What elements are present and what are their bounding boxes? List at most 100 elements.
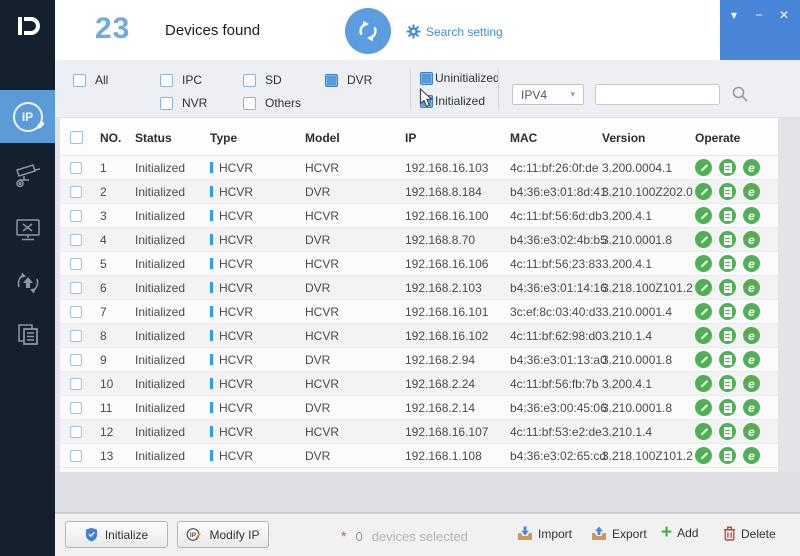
filter-checkbox-all[interactable]: All xyxy=(73,73,108,87)
search-setting-button[interactable]: Search setting xyxy=(406,24,503,39)
row-checkbox[interactable] xyxy=(70,210,82,222)
delete-button[interactable]: Delete xyxy=(723,526,776,541)
search-input[interactable] xyxy=(595,84,720,105)
table-row[interactable]: 5 Initialized HCVR HCVR 192.168.16.106 4… xyxy=(60,252,778,276)
sidebar-item-system-settings[interactable] xyxy=(0,203,55,256)
filter-checkbox-ipc[interactable]: IPC xyxy=(160,73,202,87)
col-type: Type xyxy=(210,131,238,145)
search-icon[interactable] xyxy=(731,85,749,103)
sidebar-item-logs[interactable] xyxy=(0,308,55,361)
row-checkbox[interactable] xyxy=(70,162,82,174)
filter-checkbox-others[interactable]: Others xyxy=(243,96,301,110)
refresh-button[interactable] xyxy=(345,8,391,54)
initialize-button[interactable]: Initialize xyxy=(65,521,168,548)
minimize-icon[interactable]: − xyxy=(751,7,767,23)
edit-icon[interactable] xyxy=(695,327,712,344)
cell-ip: 192.168.8.184 xyxy=(405,185,482,199)
browser-icon[interactable]: e xyxy=(743,183,760,200)
row-checkbox[interactable] xyxy=(70,402,82,414)
table-row[interactable]: 10 Initialized HCVR HCVR 192.168.2.24 4c… xyxy=(60,372,778,396)
edit-icon[interactable] xyxy=(695,423,712,440)
col-model: Model xyxy=(305,131,340,145)
edit-icon[interactable] xyxy=(695,447,712,464)
checkbox-icon xyxy=(325,73,338,87)
type-indicator-bar xyxy=(210,162,213,173)
sidebar-item-upgrade[interactable] xyxy=(0,256,55,309)
details-icon[interactable] xyxy=(719,447,736,464)
details-icon[interactable] xyxy=(719,351,736,368)
browser-icon[interactable]: e xyxy=(743,423,760,440)
details-icon[interactable] xyxy=(719,159,736,176)
table-row[interactable]: 6 Initialized HCVR DVR 192.168.2.103 b4:… xyxy=(60,276,778,300)
edit-icon[interactable] xyxy=(695,303,712,320)
table-row[interactable]: 4 Initialized HCVR DVR 192.168.8.70 b4:3… xyxy=(60,228,778,252)
row-checkbox[interactable] xyxy=(70,426,82,438)
browser-icon[interactable]: e xyxy=(743,399,760,416)
edit-icon[interactable] xyxy=(695,159,712,176)
table-row[interactable]: 9 Initialized HCVR DVR 192.168.2.94 b4:3… xyxy=(60,348,778,372)
browser-icon[interactable]: e xyxy=(743,159,760,176)
row-checkbox[interactable] xyxy=(70,354,82,366)
sidebar-item-device-config[interactable] xyxy=(0,148,55,201)
details-icon[interactable] xyxy=(719,231,736,248)
browser-icon[interactable]: e xyxy=(743,327,760,344)
details-icon[interactable] xyxy=(719,207,736,224)
ip-version-select[interactable]: IPV4 ▾ xyxy=(512,84,584,105)
filter-checkbox-initialized[interactable]: Initialized xyxy=(420,94,485,108)
table-row[interactable]: 11 Initialized HCVR DVR 192.168.2.14 b4:… xyxy=(60,396,778,420)
filter-checkbox-sd[interactable]: SD xyxy=(243,73,282,87)
details-icon[interactable] xyxy=(719,279,736,296)
row-checkbox[interactable] xyxy=(70,234,82,246)
table-row[interactable]: 2 Initialized HCVR DVR 192.168.8.184 b4:… xyxy=(60,180,778,204)
details-icon[interactable] xyxy=(719,327,736,344)
table-row[interactable]: 3 Initialized HCVR HCVR 192.168.16.100 4… xyxy=(60,204,778,228)
cell-no: 9 xyxy=(100,353,107,367)
table-row[interactable]: 7 Initialized HCVR HCVR 192.168.16.101 3… xyxy=(60,300,778,324)
row-checkbox[interactable] xyxy=(70,258,82,270)
row-checkbox[interactable] xyxy=(70,330,82,342)
export-button[interactable]: Export xyxy=(591,526,647,541)
details-icon[interactable] xyxy=(719,183,736,200)
edit-icon[interactable] xyxy=(695,183,712,200)
edit-icon[interactable] xyxy=(695,375,712,392)
edit-icon[interactable] xyxy=(695,255,712,272)
edit-icon[interactable] xyxy=(695,351,712,368)
edit-icon[interactable] xyxy=(695,279,712,296)
browser-icon[interactable]: e xyxy=(743,207,760,224)
browser-icon[interactable]: e xyxy=(743,447,760,464)
browser-icon[interactable]: e xyxy=(743,351,760,368)
browser-icon[interactable]: e xyxy=(743,231,760,248)
cell-type: HCVR xyxy=(210,377,253,391)
filter-checkbox-dvr[interactable]: DVR xyxy=(325,73,372,87)
table-row[interactable]: 12 Initialized HCVR HCVR 192.168.16.107 … xyxy=(60,420,778,444)
menu-icon[interactable]: ▾ xyxy=(726,7,742,23)
table-row[interactable]: 13 Initialized HCVR DVR 192.168.1.108 b4… xyxy=(60,444,778,468)
row-checkbox[interactable] xyxy=(70,306,82,318)
filter-checkbox-uninitialized[interactable]: Uninitialized xyxy=(420,71,500,85)
details-icon[interactable] xyxy=(719,423,736,440)
modify-ip-button[interactable]: IP Modify IP xyxy=(177,521,269,548)
select-all-checkbox[interactable] xyxy=(70,131,83,144)
table-row[interactable]: 1 Initialized HCVR HCVR 192.168.16.103 4… xyxy=(60,156,778,180)
row-checkbox[interactable] xyxy=(70,282,82,294)
edit-icon[interactable] xyxy=(695,231,712,248)
import-button[interactable]: Import xyxy=(517,526,572,541)
details-icon[interactable] xyxy=(719,375,736,392)
browser-icon[interactable]: e xyxy=(743,255,760,272)
add-button[interactable]: + Add xyxy=(661,523,698,542)
close-icon[interactable]: ✕ xyxy=(776,7,792,23)
row-checkbox[interactable] xyxy=(70,186,82,198)
edit-icon[interactable] xyxy=(695,207,712,224)
row-checkbox[interactable] xyxy=(70,378,82,390)
browser-icon[interactable]: e xyxy=(743,303,760,320)
details-icon[interactable] xyxy=(719,255,736,272)
edit-icon[interactable] xyxy=(695,399,712,416)
browser-icon[interactable]: e xyxy=(743,375,760,392)
details-icon[interactable] xyxy=(719,399,736,416)
sidebar-item-ip-config[interactable]: IP ✎ xyxy=(0,90,55,143)
table-row[interactable]: 8 Initialized HCVR HCVR 192.168.16.102 4… xyxy=(60,324,778,348)
row-checkbox[interactable] xyxy=(70,450,82,462)
details-icon[interactable] xyxy=(719,303,736,320)
filter-checkbox-nvr[interactable]: NVR xyxy=(160,96,207,110)
browser-icon[interactable]: e xyxy=(743,279,760,296)
